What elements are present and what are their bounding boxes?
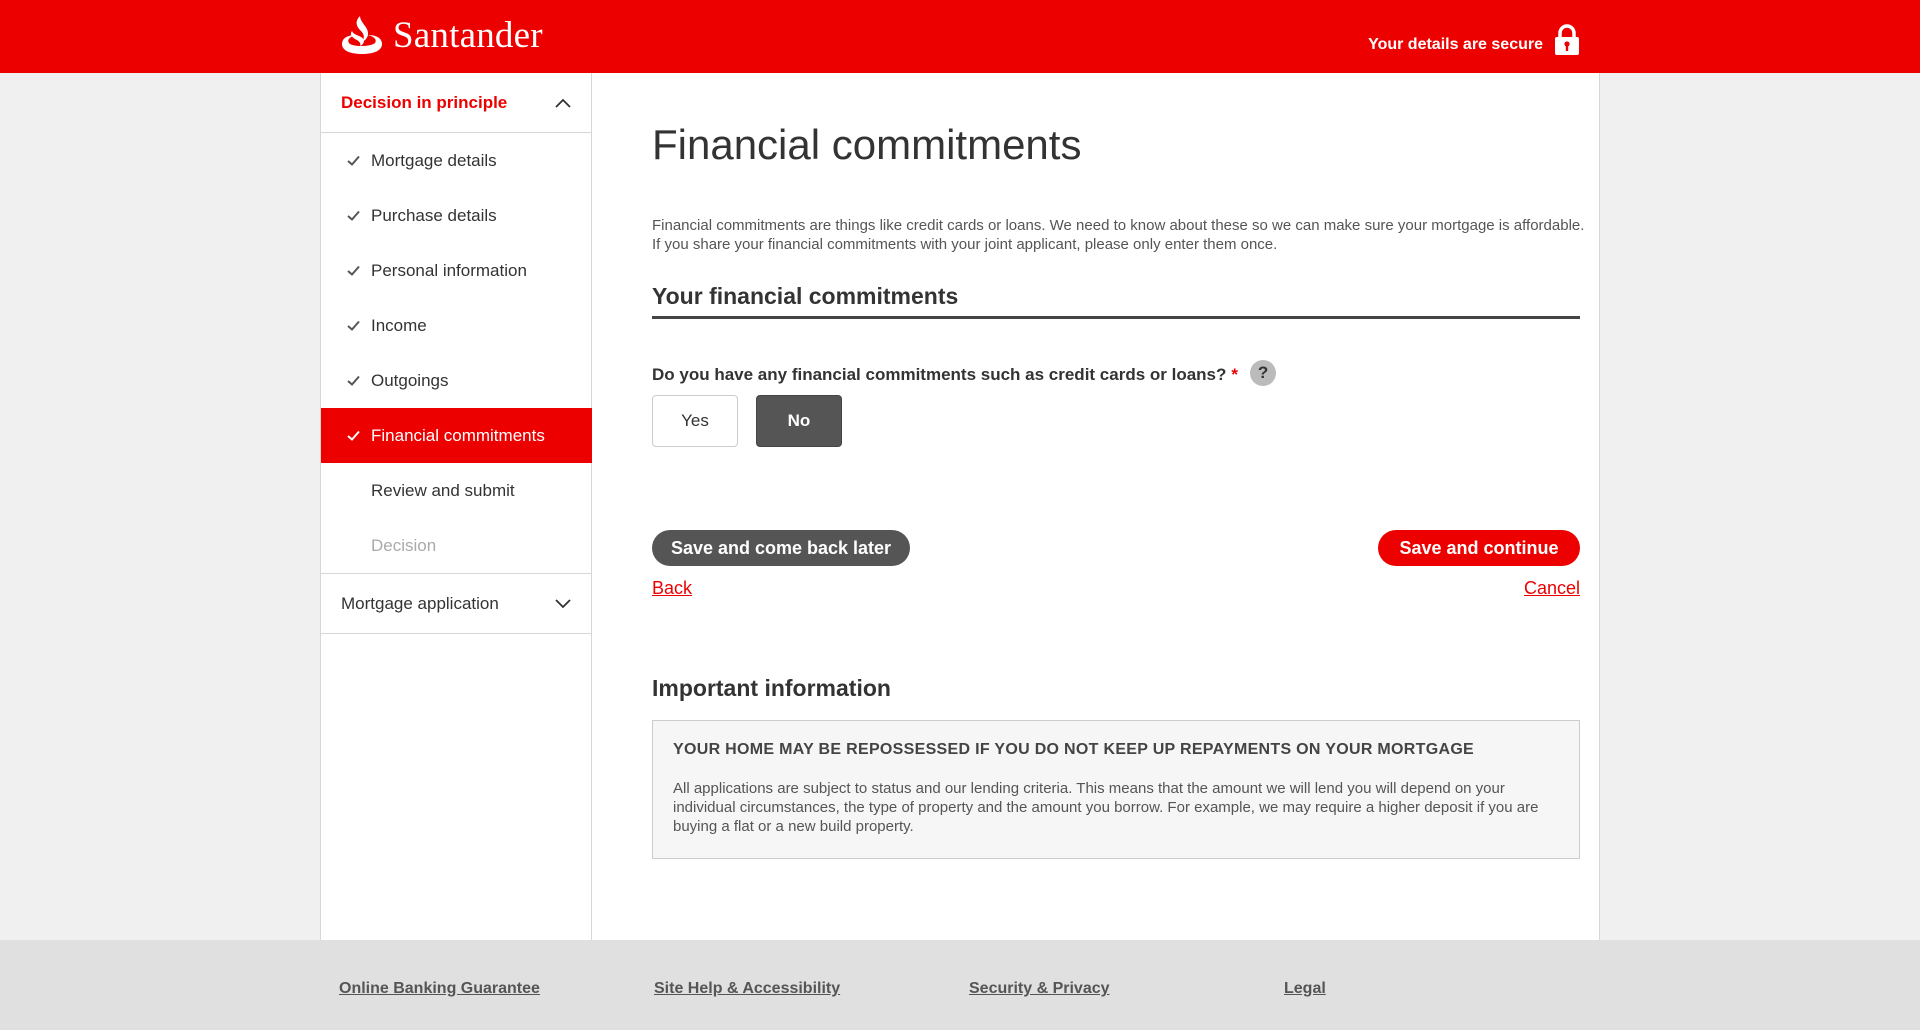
sidebar-item-label: Financial commitments bbox=[371, 425, 545, 445]
sidebar-section-title: Decision in principle bbox=[341, 92, 508, 112]
check-icon bbox=[347, 210, 360, 221]
site-header: Santander Your details are secure bbox=[0, 0, 1920, 73]
sidebar-item-label: Income bbox=[371, 315, 427, 335]
sidebar-item-review-and-submit[interactable]: Review and submit bbox=[321, 463, 591, 518]
sidebar-section-mortgage-application[interactable]: Mortgage application bbox=[321, 574, 591, 634]
footer-link-online-banking-guarantee[interactable]: Online Banking Guarantee bbox=[339, 980, 540, 998]
check-icon bbox=[347, 430, 360, 441]
chevron-up-icon bbox=[555, 98, 571, 108]
question-label: Do you have any financial commitments su… bbox=[652, 365, 1227, 384]
back-link[interactable]: Back bbox=[652, 578, 692, 599]
secure-indicator: Your details are secure bbox=[1368, 24, 1580, 56]
santander-flame-icon bbox=[342, 16, 382, 54]
sidebar-item-outgoings[interactable]: Outgoings bbox=[321, 353, 591, 408]
save-and-continue-button[interactable]: Save and continue bbox=[1378, 530, 1580, 566]
required-marker: * bbox=[1231, 365, 1239, 384]
sidebar-item-label: Decision bbox=[371, 535, 437, 555]
check-icon bbox=[347, 265, 360, 276]
important-information-box: YOUR HOME MAY BE REPOSSESSED IF YOU DO N… bbox=[652, 720, 1580, 859]
cancel-link[interactable]: Cancel bbox=[1524, 578, 1580, 599]
no-button[interactable]: No bbox=[756, 395, 842, 447]
save-and-come-back-later-button[interactable]: Save and come back later bbox=[652, 530, 910, 566]
sidebar-item-label: Mortgage details bbox=[371, 150, 497, 170]
section-title: Your financial commitments bbox=[652, 283, 959, 309]
section-divider bbox=[652, 316, 1580, 319]
help-icon[interactable]: ? bbox=[1250, 360, 1277, 386]
page-title: Financial commitments bbox=[652, 121, 1082, 168]
main-content: Financial commitments Financial commitme… bbox=[592, 73, 1600, 940]
repossession-warning: YOUR HOME MAY BE REPOSSESSED IF YOU DO N… bbox=[673, 741, 1475, 758]
sidebar-item-label: Purchase details bbox=[371, 205, 497, 225]
intro-text: Financial commitments are things like cr… bbox=[652, 217, 1585, 253]
sidebar-item-mortgage-details[interactable]: Mortgage details bbox=[321, 133, 591, 188]
sidebar-section-decision-in-principle[interactable]: Decision in principle bbox=[321, 73, 591, 133]
sidebar-item-purchase-details[interactable]: Purchase details bbox=[321, 188, 591, 243]
footer-link-site-help-accessibility[interactable]: Site Help & Accessibility bbox=[654, 980, 840, 998]
sidebar-section-title: Mortgage application bbox=[341, 593, 499, 613]
check-icon bbox=[347, 155, 360, 166]
important-information-title: Important information bbox=[652, 675, 891, 701]
check-icon bbox=[347, 320, 360, 331]
lending-criteria-text: All applications are subject to status a… bbox=[673, 780, 1539, 835]
sidebar-item-financial-commitments[interactable]: Financial commitments bbox=[321, 408, 606, 463]
site-footer: Online Banking Guarantee Site Help & Acc… bbox=[0, 940, 1920, 1030]
footer-link-legal[interactable]: Legal bbox=[1284, 980, 1326, 998]
secure-text: Your details are secure bbox=[1368, 36, 1543, 53]
sidebar-item-personal-information[interactable]: Personal information bbox=[321, 243, 591, 298]
yes-button[interactable]: Yes bbox=[652, 395, 738, 447]
chevron-down-icon bbox=[555, 598, 571, 608]
sidebar-steps: Mortgage details Purchase details Person… bbox=[321, 133, 606, 574]
sidebar-item-label: Outgoings bbox=[371, 370, 449, 390]
sidebar-item-income[interactable]: Income bbox=[321, 298, 591, 353]
sidebar-nav: Decision in principle Mortgage details P… bbox=[320, 73, 606, 940]
commitments-question: Do you have any financial commitments su… bbox=[652, 360, 1277, 386]
lock-icon bbox=[1555, 24, 1579, 55]
sidebar-item-label: Personal information bbox=[371, 260, 527, 280]
check-icon bbox=[347, 375, 360, 386]
sidebar-item-decision: Decision bbox=[321, 518, 591, 573]
footer-link-security-privacy[interactable]: Security & Privacy bbox=[969, 980, 1110, 998]
santander-logo[interactable]: Santander bbox=[340, 14, 543, 56]
brand-name: Santander bbox=[393, 14, 543, 56]
sidebar-item-label: Review and submit bbox=[371, 480, 515, 500]
